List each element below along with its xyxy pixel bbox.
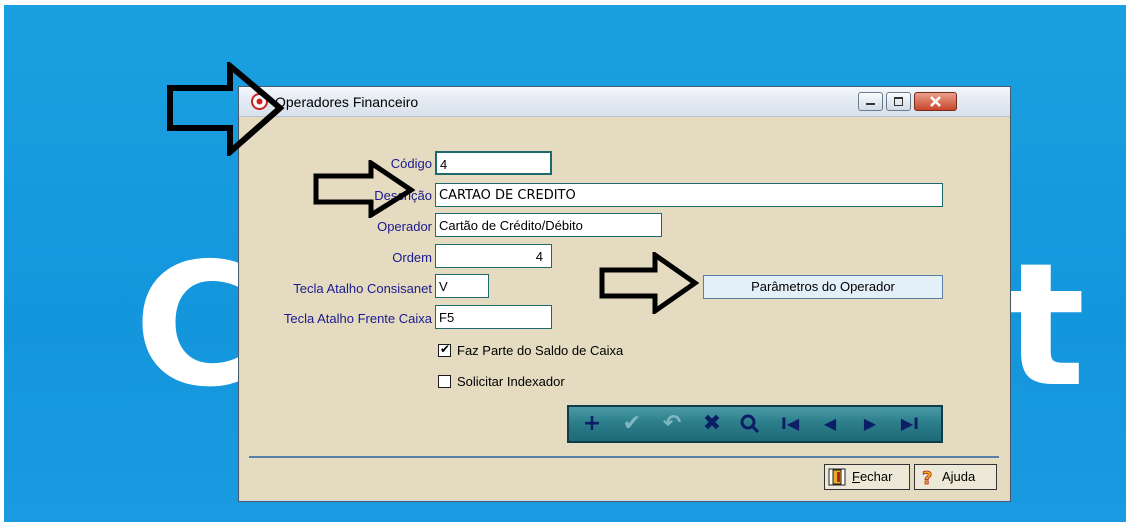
window-title: Operadores Financeiro (275, 94, 419, 110)
operador-label: Operador (377, 219, 432, 234)
record-navigator: + ✔ ↶ ✖ I◀ ◀ ▶ ▶I (567, 405, 943, 443)
ajuda-label: Ajuda (942, 469, 976, 484)
arrow-annotation-params (599, 252, 699, 314)
nav-next-button[interactable]: ▶ (855, 411, 885, 437)
svg-text:?: ? (922, 468, 932, 486)
tecla-frente-caixa-input[interactable]: F5 (435, 305, 552, 329)
maximize-button[interactable] (886, 92, 911, 111)
fechar-button[interactable]: Fechar (824, 464, 910, 490)
ajuda-button[interactable]: ? Ajuda (914, 464, 997, 490)
arrow-annotation-descricao (313, 160, 415, 218)
tecla-frente-caixa-label: Tecla Atalho Frente Caixa (283, 311, 432, 326)
nav-confirm-button[interactable]: ✔ (617, 411, 647, 437)
arrow-annotation-title (167, 62, 285, 156)
ordem-label: Ordem (392, 250, 432, 265)
tecla-consisanet-input[interactable]: V (435, 274, 489, 298)
close-icon (930, 96, 941, 107)
nav-delete-button[interactable]: ✖ (697, 411, 727, 437)
separator-line (249, 456, 999, 458)
brand-letter-right: t (1004, 227, 1086, 425)
descricao-input[interactable]: CARTAO DE CREDITO (435, 183, 943, 207)
minimize-button[interactable] (858, 92, 883, 111)
parametros-operador-button[interactable]: Parâmetros do Operador (703, 275, 943, 299)
close-button[interactable] (914, 92, 957, 111)
title-bar[interactable]: Operadores Financeiro (239, 87, 1010, 117)
nav-first-button[interactable]: I◀ (775, 411, 805, 437)
nav-last-button[interactable]: ▶I (895, 411, 925, 437)
nav-add-button[interactable]: + (577, 411, 607, 437)
ordem-input[interactable]: 4 (435, 244, 552, 268)
exit-door-icon (828, 468, 846, 486)
maximize-icon (894, 97, 903, 106)
tecla-consisanet-label: Tecla Atalho Consisanet (293, 281, 432, 296)
check-icon: ✔ (440, 342, 451, 356)
fechar-label: Fechar (852, 469, 893, 484)
solicitar-indexador-checkbox[interactable] (438, 375, 451, 388)
help-icon: ? (922, 468, 933, 486)
faz-parte-label: Faz Parte do Saldo de Caixa (457, 343, 624, 358)
nav-prior-button[interactable]: ◀ (815, 411, 845, 437)
faz-parte-checkbox[interactable]: ✔ (438, 342, 451, 357)
minimize-icon (866, 103, 875, 105)
codigo-input[interactable]: 4 (435, 151, 552, 175)
search-icon (740, 414, 760, 434)
nav-undo-button[interactable]: ↶ (657, 411, 687, 437)
nav-search-button[interactable] (735, 411, 765, 437)
operador-input[interactable]: Cartão de Crédito/Débito (435, 213, 662, 237)
solicitar-indexador-label: Solicitar Indexador (457, 374, 565, 389)
